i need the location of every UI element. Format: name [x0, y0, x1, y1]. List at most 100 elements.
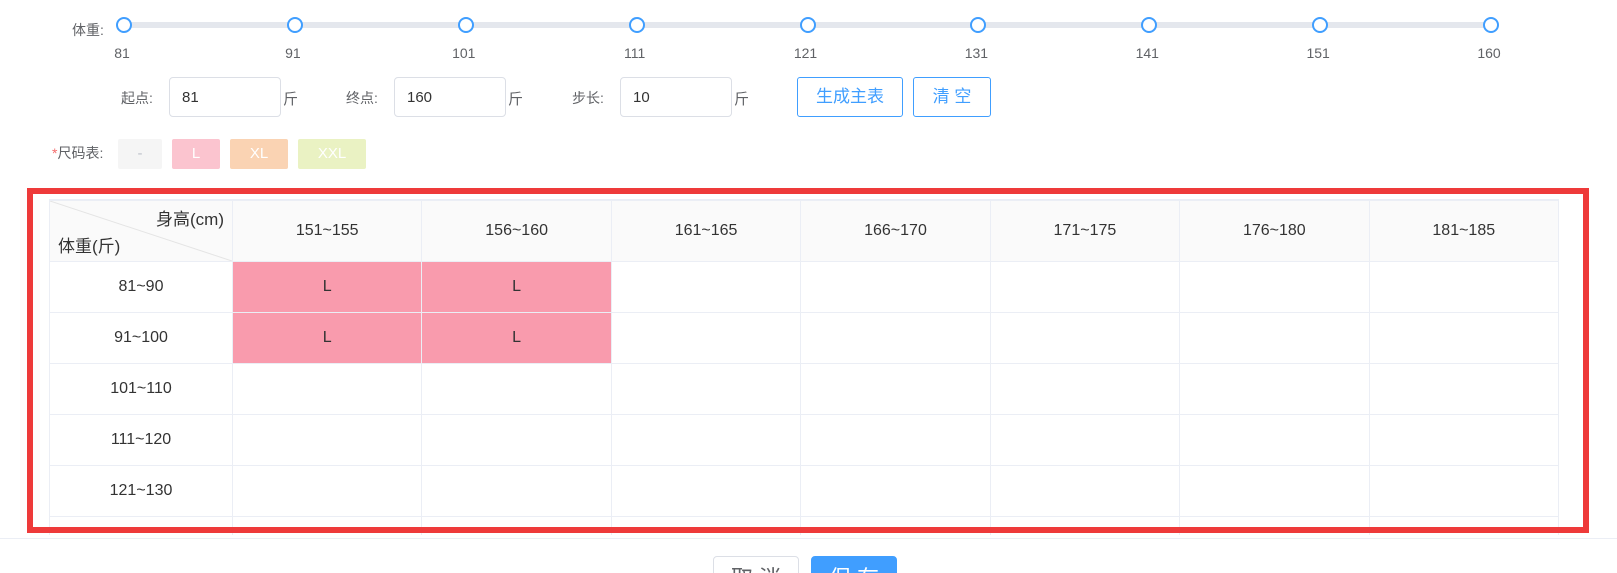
slider-dot[interactable]	[457, 17, 474, 33]
slider-mark-label: 151	[1306, 45, 1330, 61]
size-cell[interactable]	[1368, 516, 1559, 535]
step-label: 步长:	[572, 90, 604, 106]
size-cell[interactable]	[1179, 261, 1370, 313]
slider-dot[interactable]	[1141, 17, 1158, 33]
size-cell[interactable]	[989, 516, 1181, 535]
size-cell[interactable]	[610, 363, 802, 415]
generate-table-button[interactable]: 生成主表	[797, 77, 903, 117]
row-header: 111~120	[49, 414, 233, 466]
start-input[interactable]	[169, 77, 281, 117]
size-cell[interactable]	[421, 414, 612, 466]
size-cell[interactable]	[231, 363, 423, 415]
slider-mark-label: 111	[623, 45, 646, 61]
size-cell[interactable]	[800, 516, 991, 535]
size-cell[interactable]	[1179, 363, 1370, 415]
slider-dot[interactable]	[286, 17, 303, 33]
size-cell[interactable]	[989, 261, 1181, 313]
end-input[interactable]	[394, 77, 506, 117]
row-header: 101~110	[49, 363, 233, 415]
size-cell[interactable]	[1368, 312, 1559, 364]
size-cell[interactable]	[421, 465, 612, 517]
table-row: 101~110	[49, 363, 1559, 415]
row-header: 131~140	[49, 516, 233, 535]
size-chip[interactable]: XXL	[298, 139, 366, 169]
size-cell[interactable]	[800, 363, 991, 415]
size-cell[interactable]	[1179, 414, 1370, 466]
end-label: 终点:	[346, 90, 378, 106]
size-table-container: 身高(cm) 体重(斤) 151~155 156~160 161~165 166~17…	[49, 199, 1559, 535]
slider-dot[interactable]	[1483, 17, 1499, 33]
start-label: 起点:	[121, 90, 153, 106]
weight-axis-label: 体重(斤)	[58, 237, 121, 256]
slider-dot[interactable]	[628, 17, 645, 33]
column-header: 156~160	[421, 200, 612, 262]
column-header: 166~170	[800, 200, 991, 262]
size-cell[interactable]	[610, 516, 802, 535]
size-cell[interactable]	[610, 414, 802, 466]
cancel-button[interactable]: 取 消	[713, 556, 799, 573]
size-cell[interactable]	[1368, 261, 1559, 313]
slider-dot[interactable]	[1312, 17, 1329, 33]
size-chart-editor: 体重: 8191101111121131141151160 起点: 斤 终点: …	[0, 0, 1617, 573]
step-unit: 斤	[734, 91, 750, 108]
table-row: 121~130	[49, 465, 1559, 517]
size-cell[interactable]	[1368, 465, 1559, 517]
size-cell[interactable]	[800, 465, 991, 517]
slider-dot[interactable]	[970, 17, 987, 33]
column-header: 176~180	[1179, 200, 1370, 262]
slider-dot[interactable]	[116, 17, 132, 33]
size-table: 身高(cm) 体重(斤) 151~155 156~160 161~165 166~17…	[49, 200, 1559, 535]
size-cell[interactable]	[231, 465, 423, 517]
weight-slider-track[interactable]	[116, 17, 1499, 33]
row-header: 91~100	[49, 312, 233, 364]
size-cell[interactable]	[1179, 465, 1370, 517]
size-chip[interactable]: XL	[230, 139, 288, 169]
save-button[interactable]: 保 存	[811, 556, 897, 573]
size-cell[interactable]	[231, 414, 423, 466]
size-cell[interactable]	[1368, 414, 1559, 466]
size-cell[interactable]	[421, 363, 612, 415]
row-header: 81~90	[49, 261, 233, 313]
footer-divider	[0, 538, 1617, 539]
step-input[interactable]	[620, 77, 732, 117]
size-chip[interactable]: -	[118, 139, 162, 169]
size-cell[interactable]	[1368, 363, 1559, 415]
size-cell[interactable]	[800, 261, 991, 313]
table-body: 81~90LL91~100LL101~110111~120121~130131~…	[49, 261, 1559, 535]
size-cell[interactable]	[231, 516, 423, 535]
slider-mark-label: 91	[285, 45, 301, 61]
table-row: 91~100 L L	[49, 312, 1559, 364]
size-cell[interactable]	[989, 465, 1181, 517]
column-header: 171~175	[989, 200, 1181, 262]
size-cell[interactable]	[989, 312, 1181, 364]
size-cell[interactable]	[800, 414, 991, 466]
size-chip[interactable]: L	[172, 139, 220, 169]
slider-mark-label: 131	[964, 45, 989, 61]
start-unit: 斤	[283, 91, 299, 108]
size-cell[interactable]	[800, 312, 991, 364]
size-cell[interactable]	[1179, 516, 1370, 535]
table-row: 81~90 L L	[49, 261, 1559, 313]
size-chart-label-text: 尺码表:	[57, 145, 104, 161]
size-cell[interactable]: L	[421, 312, 612, 364]
column-header: 161~165	[610, 200, 802, 262]
end-unit: 斤	[508, 91, 524, 108]
size-cell[interactable]: L	[231, 312, 423, 364]
size-cell[interactable]	[989, 363, 1181, 415]
size-cell[interactable]	[610, 312, 802, 364]
size-cell[interactable]: L	[231, 261, 423, 313]
size-cell[interactable]	[610, 465, 802, 517]
table-row: 111~120	[49, 414, 1559, 466]
size-cell[interactable]	[610, 261, 802, 313]
slider-mark-label: 101	[452, 45, 476, 61]
row-header: 121~130	[49, 465, 233, 517]
weight-slider-label: 体重:	[72, 22, 104, 38]
slider-mark-label: 160	[1477, 45, 1501, 61]
size-cell[interactable]: L	[421, 261, 612, 313]
slider-dot[interactable]	[799, 17, 816, 33]
size-cell[interactable]	[421, 516, 612, 535]
size-cell[interactable]	[1179, 312, 1370, 364]
clear-button[interactable]: 清 空	[913, 77, 991, 117]
size-cell[interactable]	[989, 414, 1181, 466]
table-row: 131~140	[49, 516, 1559, 535]
